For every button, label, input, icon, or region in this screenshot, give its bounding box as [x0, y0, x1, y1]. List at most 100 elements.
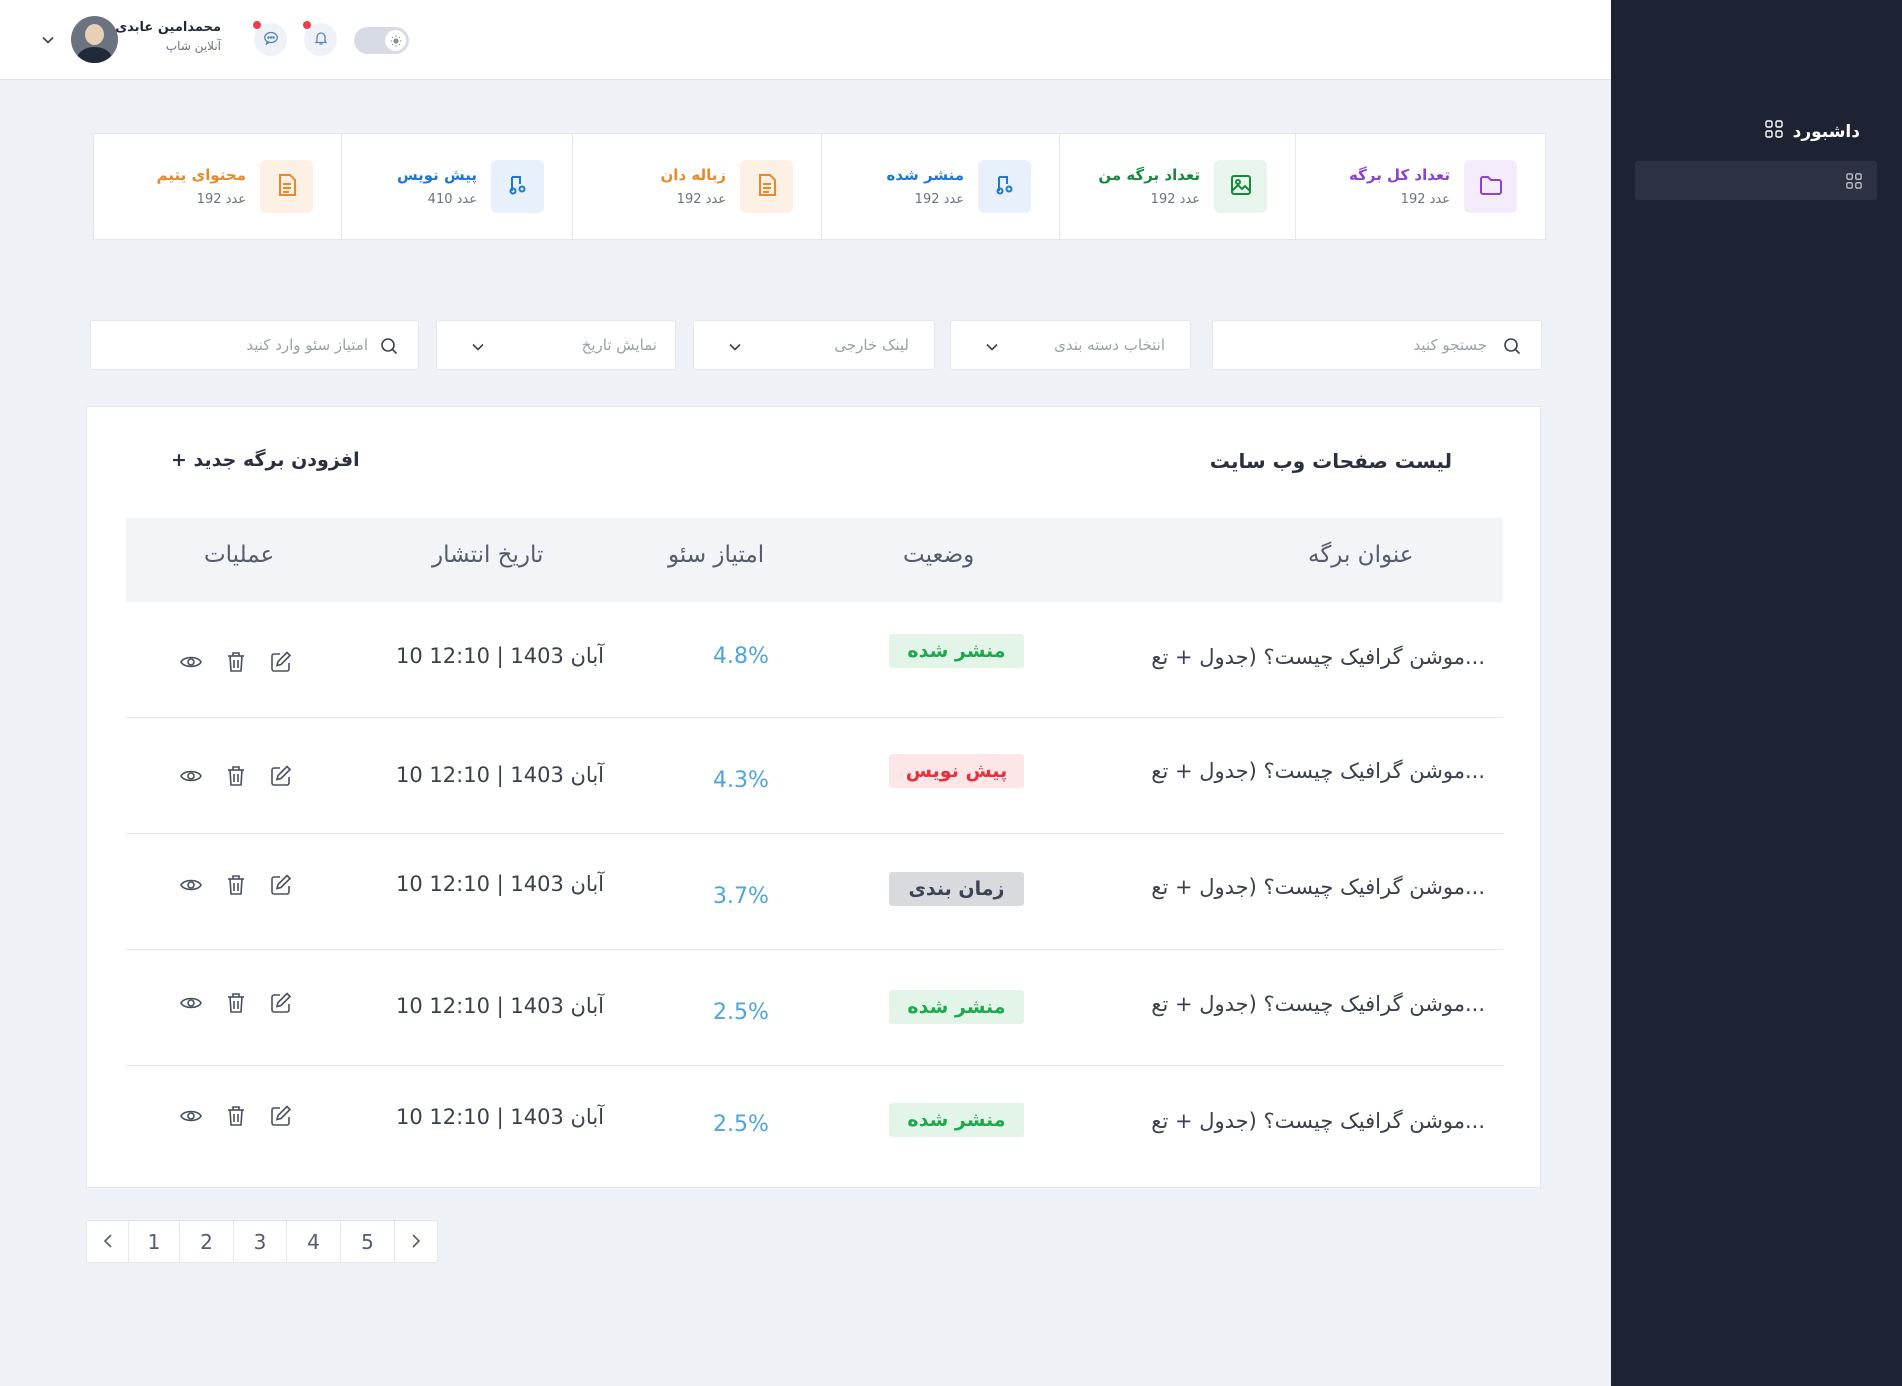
theme-toggle[interactable]	[354, 27, 409, 54]
search-input[interactable]: جستجو کنید	[1212, 320, 1542, 370]
chevron-down-icon[interactable]	[41, 32, 55, 51]
stat-label: تعداد کل برگه	[1349, 166, 1450, 184]
stat-count: 192 عدد	[1400, 192, 1450, 207]
row-actions	[178, 649, 293, 674]
stat-published[interactable]: منشر شده 192 عدد	[821, 134, 1059, 239]
seo-score: 3.7%	[713, 884, 769, 909]
seo-placeholder: امتیاز سئو وارد کنید	[246, 336, 368, 354]
pages-table-card: لیست صفحات وب سایت + افزودن برگه جدید عن…	[86, 406, 1541, 1188]
table-header: عنوان برگه وضعیت امتیاز سئو تاریخ انتشار…	[126, 518, 1503, 602]
category-select[interactable]: انتخاب دسته بندی	[950, 320, 1191, 370]
row-actions	[178, 763, 293, 788]
music-note-icon	[505, 172, 531, 202]
stat-count: 192 عدد	[914, 192, 964, 207]
column-header-seo: امتیاز سئو	[668, 542, 765, 568]
stat-label: منشر شده	[886, 166, 965, 184]
eye-icon[interactable]	[178, 1103, 203, 1128]
eye-icon[interactable]	[178, 990, 203, 1015]
next-page-button[interactable]	[395, 1221, 437, 1262]
page-title-cell[interactable]: موشن گرافیک چیست؟ (جدول + تع...	[1151, 875, 1485, 899]
add-page-button[interactable]: + افزودن برگه جدید	[171, 449, 360, 471]
edit-icon[interactable]	[268, 763, 293, 788]
status-badge: منشر شده	[889, 990, 1024, 1024]
seo-score: 2.5%	[713, 1000, 769, 1025]
status-badge: زمان بندی	[889, 872, 1024, 906]
table-row: موشن گرافیک چیست؟ (جدول + تع... منشر شده…	[126, 1066, 1503, 1182]
document-icon	[754, 172, 780, 202]
stat-label: محتوای یتیم	[156, 166, 246, 184]
sun-icon	[385, 30, 406, 51]
chevron-left-icon	[101, 1230, 115, 1254]
edit-icon[interactable]	[268, 649, 293, 674]
stat-icon-box	[978, 160, 1031, 213]
stat-drafts[interactable]: پیش نویس 410 عدد	[341, 134, 572, 239]
stat-icon-box	[740, 160, 793, 213]
avatar[interactable]	[71, 16, 118, 63]
sidebar-title: داشبورد	[1792, 121, 1860, 142]
page-button-2[interactable]: 2	[180, 1221, 234, 1262]
notifications-button[interactable]	[303, 21, 337, 56]
stat-orphan-content[interactable]: محتوای یتیم 192 عدد	[94, 134, 341, 239]
stat-count: 410 عدد	[427, 192, 477, 207]
status-badge: منشر شده	[889, 634, 1024, 668]
sidebar-item-dashboard[interactable]: داشبورد	[1764, 120, 1860, 143]
external-link-select[interactable]: لینک خارجی	[693, 320, 935, 370]
page-title-cell[interactable]: موشن گرافیک چیست؟ (جدول + تع...	[1151, 992, 1485, 1016]
trash-icon[interactable]	[223, 649, 248, 674]
stat-total-pages[interactable]: تعداد کل برگه 192 عدد	[1295, 134, 1545, 239]
stat-trash[interactable]: زباله دان 192 عدد	[572, 134, 821, 239]
seo-score: 4.3%	[713, 768, 769, 793]
user-name: محمدامین عابدی	[115, 20, 221, 35]
chat-button[interactable]	[253, 21, 287, 56]
publish-date: 10 آبان 1403 | 12:10	[396, 872, 605, 896]
edit-icon[interactable]	[268, 1103, 293, 1128]
page-title-cell[interactable]: موشن گرافیک چیست؟ (جدول + تع...	[1151, 1109, 1485, 1133]
top-header: محمدامین عابدی آنلاین شاپ	[0, 0, 1611, 80]
chat-icon	[263, 30, 279, 50]
publish-date: 10 آبان 1403 | 12:10	[396, 994, 605, 1018]
page-button-4[interactable]: 4	[287, 1221, 341, 1262]
search-icon	[380, 337, 398, 359]
page-title-cell[interactable]: موشن گرافیک چیست؟ (جدول + تع...	[1151, 645, 1485, 669]
column-header-date: تاریخ انتشار	[432, 542, 544, 568]
date-select[interactable]: نمایش تاریخ	[436, 320, 676, 370]
stat-count: 192 عدد	[196, 192, 246, 207]
stat-icon-box	[1464, 160, 1517, 213]
sidebar-item-active[interactable]	[1635, 161, 1877, 200]
prev-page-button[interactable]	[87, 1221, 129, 1262]
publish-date: 10 آبان 1403 | 12:10	[396, 763, 605, 787]
eye-icon[interactable]	[178, 649, 203, 674]
seo-score: 2.5%	[713, 1112, 769, 1137]
stat-my-pages[interactable]: تعداد برگه من 192 عدد	[1059, 134, 1295, 239]
folder-icon	[1478, 172, 1504, 202]
eye-icon[interactable]	[178, 763, 203, 788]
publish-date: 10 آبان 1403 | 12:10	[396, 644, 605, 668]
edit-icon[interactable]	[268, 990, 293, 1015]
column-header-title: عنوان برگه	[1308, 542, 1414, 568]
date-placeholder: نمایش تاریخ	[581, 336, 657, 354]
page-button-3[interactable]: 3	[234, 1221, 287, 1262]
trash-icon[interactable]	[223, 763, 248, 788]
trash-icon[interactable]	[223, 990, 248, 1015]
grid-icon	[1764, 120, 1783, 143]
eye-icon[interactable]	[178, 872, 203, 897]
status-badge: منشر شده	[889, 1103, 1024, 1137]
publish-date: 10 آبان 1403 | 12:10	[396, 1105, 605, 1129]
column-header-status: وضعیت	[903, 542, 975, 568]
column-header-ops: عملیات	[204, 542, 275, 568]
trash-icon[interactable]	[223, 872, 248, 897]
page-button-1[interactable]: 1	[129, 1221, 180, 1262]
trash-icon[interactable]	[223, 1103, 248, 1128]
seo-score-input[interactable]: امتیاز سئو وارد کنید	[90, 320, 419, 370]
page-title-cell[interactable]: موشن گرافیک چیست؟ (جدول + تع...	[1151, 759, 1485, 783]
stat-label: زباله دان	[660, 166, 727, 184]
chevron-down-icon	[728, 339, 742, 358]
edit-icon[interactable]	[268, 872, 293, 897]
page-button-5[interactable]: 5	[341, 1221, 395, 1262]
bell-icon	[313, 30, 329, 50]
notification-dot	[253, 21, 261, 29]
category-placeholder: انتخاب دسته بندی	[1054, 336, 1165, 354]
stat-label: پیش نویس	[396, 166, 477, 184]
table-row: موشن گرافیک چیست؟ (جدول + تع... پیش نویس…	[126, 718, 1503, 834]
row-actions	[178, 872, 293, 897]
